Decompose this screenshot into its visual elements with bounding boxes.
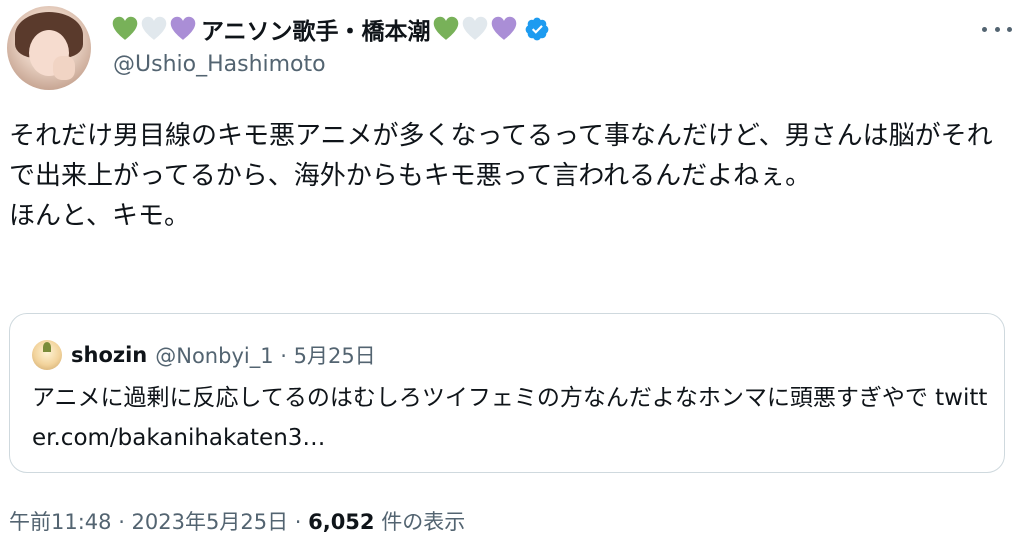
views-count: 6,052: [308, 510, 375, 534]
tweet: アニソン歌手・橋本潮 @Ushio_Hashimoto それだけ男目線のキモ悪ア…: [0, 0, 1034, 554]
green-heart-icon: [112, 16, 138, 40]
white-heart-icon: [462, 16, 487, 40]
timestamp[interactable]: 午前11:48 · 2023年5月25日 ·: [9, 510, 308, 534]
purple-heart-icon: [491, 16, 516, 40]
more-options-icon[interactable]: [982, 18, 1012, 40]
quoted-display-name: shozin: [71, 343, 148, 367]
quoted-avatar-tuft: [43, 342, 51, 352]
avatar-hand: [53, 56, 75, 80]
more-dot: [982, 26, 987, 32]
quoted-tweet[interactable]: shozin @Nonbyi_1 · 5月25日 アニメに過剰に反応してるのはむ…: [9, 313, 1005, 473]
more-dot: [994, 26, 1000, 32]
more-dot: [1007, 26, 1012, 32]
white-heart-icon: [141, 16, 167, 40]
avatar[interactable]: [7, 6, 91, 90]
views-label: 件の表示: [374, 510, 466, 534]
green-heart-icon: [433, 16, 458, 40]
quoted-meta: @Nonbyi_1 · 5月25日: [155, 344, 376, 368]
display-name[interactable]: アニソン歌手・橋本潮: [112, 12, 550, 46]
quoted-avatar: [32, 340, 62, 370]
display-name-text[interactable]: アニソン歌手・橋本潮: [201, 12, 431, 46]
user-handle[interactable]: @Ushio_Hashimoto: [113, 52, 326, 77]
purple-heart-icon: [170, 16, 196, 40]
tweet-footer: 午前11:48 · 2023年5月25日 · 6,052 件の表示: [9, 506, 465, 536]
quoted-tweet-text: アニメに過剰に反応してるのはむしろツイフェミの方なんだよなホンマに頭悪すぎやで …: [32, 385, 988, 451]
quoted-tweet-header: shozin @Nonbyi_1 · 5月25日: [32, 340, 376, 370]
tweet-text: それだけ男目線のキモ悪アニメが多くなってるって事なんだけど、男さんは脳がそれで出…: [9, 121, 993, 231]
verified-badge-icon: [525, 17, 548, 41]
